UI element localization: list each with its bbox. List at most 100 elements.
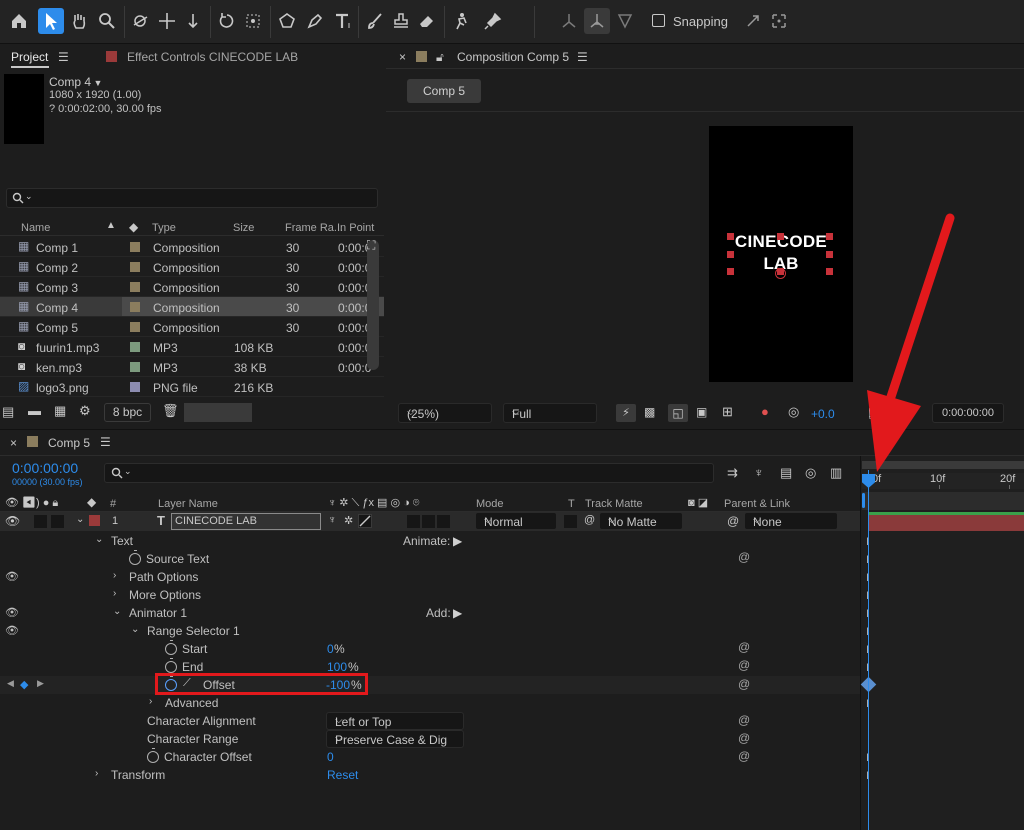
- trash-icon[interactable]: 🗑: [162, 403, 179, 419]
- col-type[interactable]: Type: [152, 222, 176, 234]
- start-value[interactable]: 0: [327, 642, 334, 656]
- col-layer-name[interactable]: Layer Name: [158, 498, 218, 510]
- next-keyframe-icon[interactable]: ▶: [37, 678, 44, 689]
- eye-icon[interactable]: 👁: [5, 570, 19, 583]
- tab-effect-controls[interactable]: Effect Controls CINECODE LAB: [127, 50, 298, 64]
- shape-tool-icon[interactable]: [274, 8, 300, 34]
- motion-blur-icon[interactable]: ◎: [805, 465, 816, 481]
- snap-expand-icon[interactable]: [740, 8, 766, 34]
- composition-viewer[interactable]: CINECODE LAB: [709, 126, 853, 382]
- project-item-row[interactable]: ▦ Comp 2 Composition 30 0:00:0: [0, 257, 383, 277]
- layer-visibility-icon[interactable]: 👁: [5, 514, 20, 528]
- roto-brush-tool-icon[interactable]: [448, 8, 474, 34]
- work-area-start[interactable]: [862, 493, 865, 508]
- prop-range-selector[interactable]: 👁 ⌄ Range Selector 1: [0, 622, 860, 640]
- project-menu-icon[interactable]: ☰: [58, 50, 69, 64]
- expression-pickwhip-icon[interactable]: @: [738, 731, 750, 745]
- home-icon[interactable]: [6, 8, 32, 34]
- prop-advanced[interactable]: › Advanced: [0, 694, 860, 712]
- chevron-right-icon[interactable]: ›: [149, 696, 152, 707]
- expression-pickwhip-icon[interactable]: @: [738, 677, 750, 691]
- prop-end[interactable]: End 100 %: [0, 658, 860, 676]
- rotation-tool-icon[interactable]: [214, 8, 240, 34]
- animate-menu-icon[interactable]: ▶: [453, 534, 462, 548]
- expression-pickwhip-icon[interactable]: @: [738, 749, 750, 763]
- local-axis-mode-icon[interactable]: [556, 8, 582, 34]
- chevron-down-icon[interactable]: ⌄: [113, 606, 121, 617]
- close-timeline-icon[interactable]: ×: [10, 436, 17, 450]
- char-offset-value[interactable]: 0: [327, 750, 334, 764]
- expression-pickwhip-icon[interactable]: @: [738, 658, 750, 672]
- mask-visibility-icon[interactable]: ◱: [668, 404, 688, 422]
- pen-tool-icon[interactable]: [302, 8, 328, 34]
- quality-switch[interactable]: [358, 514, 372, 528]
- lock-icon[interactable]: 🔓︎: [436, 50, 444, 65]
- clone-stamp-tool-icon[interactable]: [388, 8, 414, 34]
- prop-start[interactable]: Start 0 %: [0, 640, 860, 658]
- grid-guide-icon[interactable]: ⊞: [722, 404, 733, 420]
- track-matte-dropdown[interactable]: No Matte ⌵: [599, 512, 683, 530]
- col-in-point[interactable]: In Point: [337, 222, 374, 234]
- prop-text[interactable]: ⌄ Text Animate: ▶: [0, 532, 860, 550]
- prop-offset[interactable]: ◀ ◆ ▶ ⟋ Offset -100 %: [0, 673, 860, 695]
- close-composition-icon[interactable]: ×: [399, 50, 406, 64]
- tab-composition[interactable]: Composition Comp 5: [457, 50, 569, 64]
- label-swatch[interactable]: [130, 382, 140, 392]
- reset-exposure-icon[interactable]: ◎: [788, 404, 799, 420]
- tab-timeline[interactable]: Comp 5: [48, 436, 90, 450]
- stopwatch-active-icon[interactable]: [165, 676, 177, 691]
- new-composition-icon[interactable]: ▦: [54, 403, 66, 419]
- label-swatch[interactable]: [130, 362, 140, 372]
- project-item-row[interactable]: ▦ Comp 4 Composition 30 0:00:0: [0, 297, 384, 317]
- end-value[interactable]: 100: [327, 660, 347, 674]
- region-of-interest-icon[interactable]: ▣: [696, 405, 707, 419]
- stopwatch-icon[interactable]: [165, 640, 177, 655]
- zoom-dropdown[interactable]: (25%) ⌵: [398, 403, 492, 423]
- graph-editor-icon[interactable]: ▥: [830, 465, 842, 481]
- col-size[interactable]: Size: [233, 222, 254, 234]
- project-item-row[interactable]: ▨ logo3.png PNG file 216 KB: [0, 377, 383, 397]
- project-item-row[interactable]: ▦ Comp 1 Composition 30 0:00:0: [0, 237, 383, 257]
- project-item-row[interactable]: ◙ ken.mp3 MP3 38 KB 0:00:0: [0, 357, 383, 377]
- chevron-down-icon[interactable]: ⌄: [131, 624, 139, 635]
- label-swatch[interactable]: [130, 322, 140, 332]
- shy-switch-icon[interactable]: ♆: [328, 514, 336, 526]
- prop-animator[interactable]: 👁 ⌄ Animator 1 Add: ▶: [0, 604, 860, 622]
- eye-icon[interactable]: 👁: [5, 624, 19, 637]
- project-scrollbar[interactable]: [367, 240, 379, 370]
- resolution-dropdown[interactable]: Full ⌵: [503, 403, 597, 423]
- label-swatch[interactable]: [130, 242, 140, 252]
- shy-layers-icon[interactable]: ♆: [754, 465, 764, 480]
- prop-source-text[interactable]: Source Text: [0, 550, 860, 568]
- flowchart-icon[interactable]: ⛶: [367, 238, 375, 253]
- add-menu-icon[interactable]: ▶: [453, 606, 462, 620]
- snapping-checkbox[interactable]: [652, 14, 665, 27]
- current-timecode[interactable]: 0:00:00:00: [12, 460, 78, 476]
- prev-keyframe-icon[interactable]: ◀: [7, 678, 14, 689]
- project-item-row[interactable]: ◙ fuurin1.mp3 MP3 108 KB 0:00:0: [0, 337, 383, 357]
- dolly-camera-icon[interactable]: [180, 8, 206, 34]
- stopwatch-icon[interactable]: [165, 658, 177, 673]
- bpc-button[interactable]: 8 bpc: [104, 403, 151, 422]
- hand-tool-icon[interactable]: [66, 8, 92, 34]
- eye-icon[interactable]: 👁: [5, 606, 19, 619]
- type-tool-icon[interactable]: [330, 8, 356, 34]
- orbit-camera-icon[interactable]: [128, 8, 154, 34]
- composition-menu-icon[interactable]: ☰: [577, 50, 588, 64]
- collapse-switch-icon[interactable]: ✲: [344, 514, 353, 527]
- sort-ascending-icon[interactable]: ▲: [106, 220, 116, 231]
- label-swatch[interactable]: [130, 302, 140, 312]
- prop-more-options[interactable]: › More Options: [0, 586, 860, 604]
- interpret-footage-icon[interactable]: ▤: [2, 404, 14, 420]
- col-name[interactable]: Name: [21, 222, 50, 234]
- reset-transform-link[interactable]: Reset: [327, 768, 358, 782]
- brush-tool-icon[interactable]: [362, 8, 388, 34]
- expression-pickwhip-icon[interactable]: @: [738, 713, 750, 727]
- expression-pickwhip-icon[interactable]: @: [738, 550, 750, 564]
- prop-char-range[interactable]: Character Range Preserve Case & Dig ⌵: [0, 730, 860, 748]
- project-item-row[interactable]: ▦ Comp 5 Composition 30 0:00:0: [0, 317, 383, 337]
- graph-icon[interactable]: ⟋: [183, 677, 191, 690]
- snap-grid-icon[interactable]: [766, 8, 792, 34]
- timeline-search-input[interactable]: ⌄: [104, 463, 714, 483]
- timeline-menu-icon[interactable]: ☰: [100, 435, 111, 449]
